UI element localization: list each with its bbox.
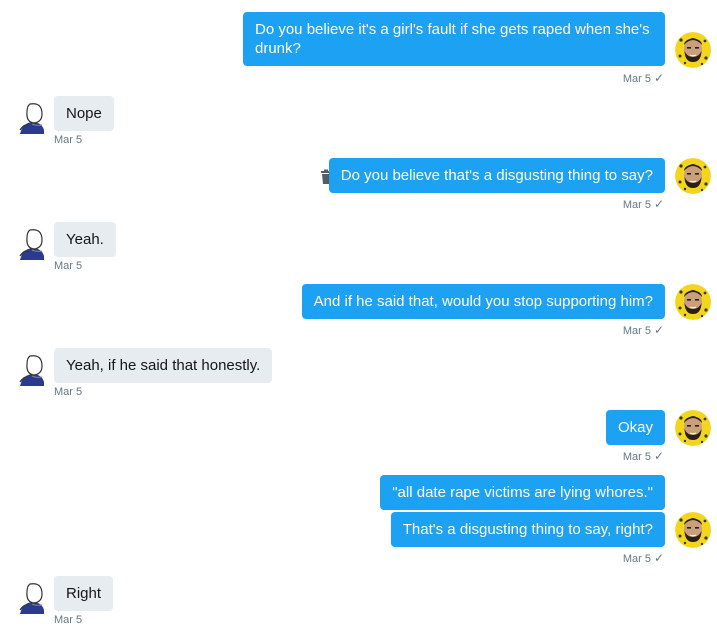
- timestamp-text: Mar 5: [622, 325, 651, 337]
- sent-message-bubble[interactable]: Okay: [605, 410, 665, 445]
- bearded-face-avatar-icon[interactable]: [675, 158, 711, 194]
- timestamp-text: Mar 5: [54, 614, 83, 626]
- received-message-bubble[interactable]: Yeah, if he said that honestly.: [54, 348, 273, 383]
- timestamp-text: Mar 5: [622, 199, 651, 211]
- bearded-face-avatar-icon[interactable]: [675, 410, 711, 446]
- bearded-face-avatar-icon[interactable]: [675, 284, 711, 320]
- check-icon: ✓: [653, 551, 664, 565]
- message-timestamp: Mar 5 ✓: [623, 198, 664, 212]
- check-icon: ✓: [653, 323, 664, 337]
- timestamp-text: Mar 5: [622, 451, 651, 463]
- timestamp-text: Mar 5: [54, 386, 83, 398]
- message-timestamp: Mar 5: [54, 386, 82, 399]
- message-thread: Do you believe it's a girl's fault if sh…: [0, 0, 717, 627]
- sent-message-bubble[interactable]: Do you believe that's a disgusting thing…: [328, 158, 665, 193]
- bearded-face-avatar-icon[interactable]: [675, 32, 711, 68]
- hooded-figure-avatar-icon[interactable]: [16, 580, 48, 614]
- message-timestamp: Mar 5 ✓: [623, 450, 664, 464]
- hooded-figure-avatar-icon[interactable]: [16, 352, 48, 386]
- message-timestamp: Mar 5: [54, 614, 82, 627]
- received-message-bubble[interactable]: Yeah.: [54, 222, 116, 257]
- timestamp-text: Mar 5: [54, 134, 83, 146]
- message-timestamp: Mar 5: [54, 260, 82, 273]
- message-timestamp: Mar 5 ✓: [623, 72, 664, 86]
- sent-message-bubble[interactable]: And if he said that, would you stop supp…: [301, 284, 665, 319]
- check-icon: ✓: [653, 197, 664, 211]
- sent-message-bubble[interactable]: "all date rape victims are lying whores.…: [380, 475, 665, 510]
- hooded-figure-avatar-icon[interactable]: [16, 100, 48, 134]
- message-timestamp: Mar 5 ✓: [623, 324, 664, 338]
- sent-message-bubble[interactable]: That's a disgusting thing to say, right?: [390, 512, 665, 547]
- received-message-bubble[interactable]: Nope: [54, 96, 114, 131]
- hooded-figure-avatar-icon[interactable]: [16, 226, 48, 260]
- check-icon: ✓: [653, 71, 664, 85]
- timestamp-text: Mar 5: [622, 553, 651, 565]
- timestamp-text: Mar 5: [622, 73, 651, 85]
- received-message-bubble[interactable]: Right: [54, 576, 114, 611]
- bearded-face-avatar-icon[interactable]: [675, 512, 711, 548]
- sent-message-bubble[interactable]: Do you believe it's a girl's fault if sh…: [243, 12, 665, 66]
- check-icon: ✓: [653, 449, 664, 463]
- timestamp-text: Mar 5: [54, 260, 83, 272]
- message-timestamp: Mar 5: [54, 134, 82, 147]
- message-timestamp: Mar 5 ✓: [623, 552, 664, 566]
